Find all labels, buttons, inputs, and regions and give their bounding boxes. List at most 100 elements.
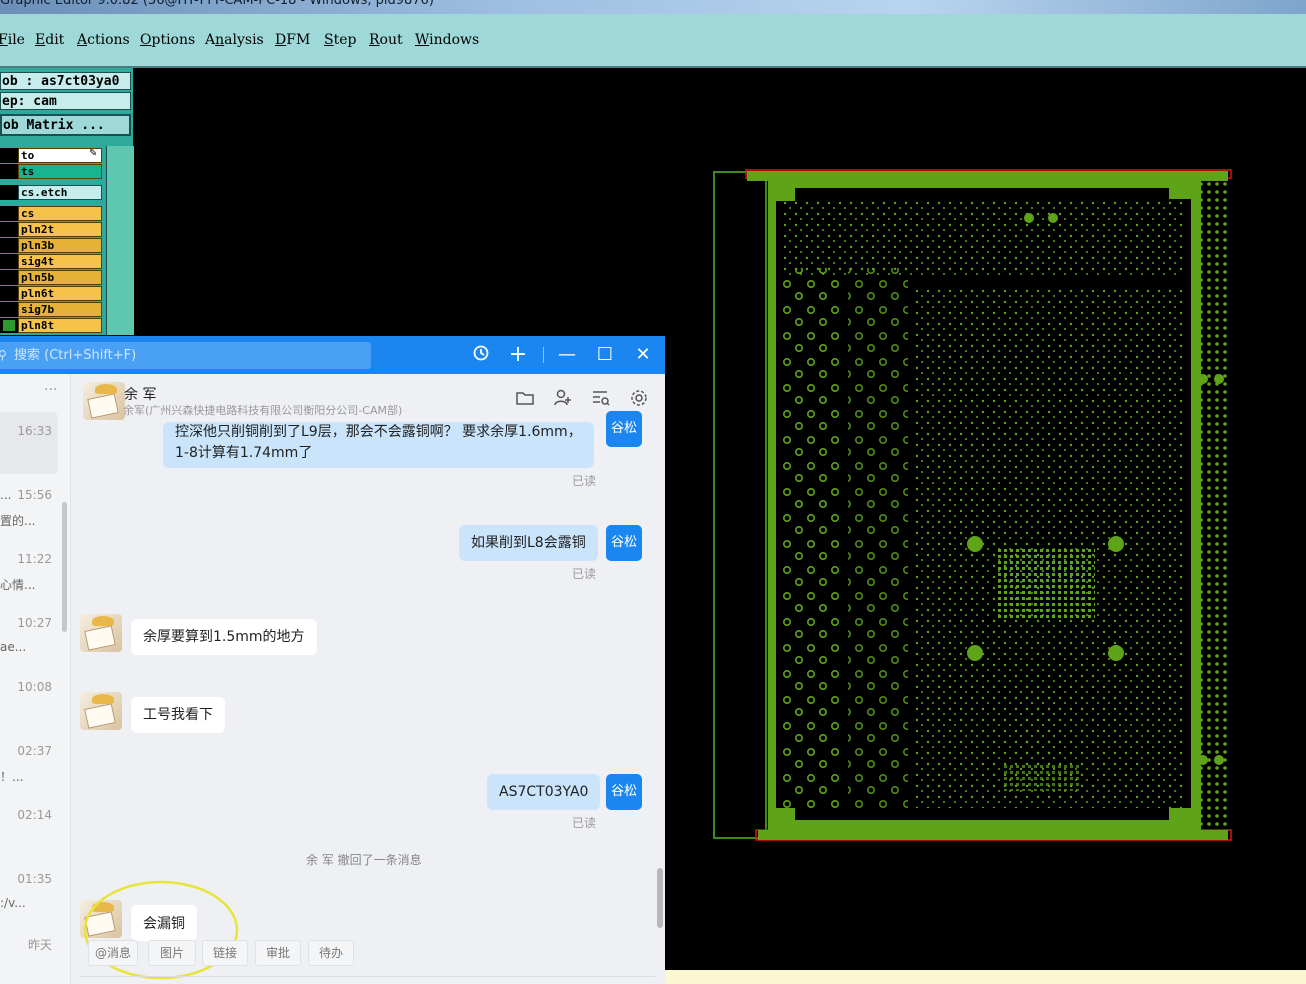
menu-edit[interactable]: Edit (35, 32, 64, 48)
layer-affect-box[interactable] (0, 148, 18, 163)
recall-notice: 余 军 撤回了一条消息 (306, 853, 422, 867)
layer-row[interactable]: cs (0, 206, 102, 221)
list-item-preview: :/v... (0, 896, 26, 910)
contact-subtitle: 余军(广州兴森快捷电路科技有限公司衡阳分公司-CAM部) (123, 404, 403, 417)
layer-affect-box[interactable] (0, 164, 18, 179)
list-item-time: 昨天 (27, 938, 52, 952)
message-scrollbar[interactable] (657, 868, 663, 928)
layer-affect-box[interactable] (0, 302, 18, 317)
maximize-button[interactable]: ☐ (594, 344, 616, 366)
menu-options[interactable]: Options (140, 32, 195, 48)
list-item-preview: ae... (0, 640, 27, 654)
menu-step[interactable]: Step (324, 32, 356, 48)
list-item-preview: ... (0, 488, 12, 502)
layer-row[interactable]: sig7b (0, 302, 102, 317)
layer-affect-box[interactable] (0, 286, 18, 301)
list-item-time: 02:37 (17, 744, 52, 758)
list-item-time: 11:22 (17, 552, 52, 566)
list-item-time: 01:35 (17, 872, 52, 886)
link-button[interactable]: 链接 (202, 940, 248, 966)
highlight-ellipse (83, 880, 239, 980)
read-status: 已读 (572, 567, 597, 581)
search-history-icon[interactable] (591, 388, 611, 412)
list-item-time: 10:27 (17, 616, 52, 630)
title-divider (543, 347, 544, 363)
list-item[interactable] (0, 412, 58, 474)
close-button[interactable]: ✕ (632, 344, 654, 366)
folder-icon[interactable] (515, 388, 535, 412)
list-item-time: 02:14 (17, 808, 52, 822)
layer-affect-box[interactable] (0, 185, 18, 200)
list-item-time: 15:56 (17, 488, 52, 502)
message-bubble[interactable]: 控深他只削铜削到了L9层，那会不会露铜啊？ 要求余厚1.6mm， 1-8计算有1… (163, 422, 594, 468)
self-avatar[interactable]: 谷松 (606, 525, 642, 561)
search-icon: ⚲ (0, 348, 7, 362)
avatar[interactable] (83, 382, 125, 420)
message-bubble[interactable]: AS7CT03YA0 (487, 774, 601, 810)
settings-icon[interactable] (629, 388, 649, 412)
layer-row[interactable]: pln5b (0, 270, 102, 285)
status-strip (665, 970, 1306, 984)
message-bubble[interactable]: 余厚要算到1.5mm的地方 (131, 619, 317, 655)
approval-button[interactable]: 审批 (255, 940, 301, 966)
layer-row[interactable]: pln8t (0, 318, 102, 333)
list-scrollbar[interactable] (62, 502, 67, 632)
message-text: 1-8计算有1.74mm了 (175, 445, 313, 461)
layer-list-scrollbar[interactable] (106, 146, 134, 335)
add-icon[interactable]: + (507, 344, 529, 366)
image-button[interactable]: 图片 (148, 940, 196, 966)
add-member-icon[interactable] (553, 388, 573, 412)
layer-affect-box[interactable] (0, 318, 18, 333)
menu-actions[interactable]: Actions (77, 32, 130, 48)
pencil-icon: ✎ (89, 148, 98, 159)
mention-button[interactable]: @消息 (88, 940, 138, 966)
todo-button[interactable]: 待办 (308, 940, 354, 966)
message-bubble[interactable]: 工号我看下 (131, 697, 225, 733)
menu-analysis[interactable]: Analysis (205, 32, 264, 48)
list-item-preview: ！... (0, 770, 24, 784)
layer-row[interactable]: sig4t (0, 254, 102, 269)
layer-affect-box[interactable] (0, 206, 18, 221)
layer-row[interactable]: to ✎ (0, 148, 102, 163)
chat-window: ⚲ 搜索 (Ctrl+Shift+F) + — ☐ ✕ ··· 16:33 15… (0, 336, 665, 984)
contact-name: 余 军 (124, 387, 157, 403)
layer-row[interactable]: pln2t (0, 222, 102, 237)
menu-bar: File Edit Actions Options Analysis DFM S… (0, 14, 1306, 68)
chat-header: 余 军 余军(广州兴森快捷电路科技有限公司衡阳分公司-CAM部) (71, 374, 665, 426)
list-item-time: 16:33 (17, 424, 52, 438)
conversation-list: ··· 16:33 15:56 ... 置的... 11:22 心情... 10… (0, 374, 71, 984)
list-item-preview: 心情... (0, 578, 36, 592)
menu-dfm[interactable]: DFM (275, 32, 310, 48)
list-item-preview: 置的... (0, 514, 36, 528)
layer-row[interactable]: ts (0, 164, 102, 179)
input-divider (80, 976, 655, 977)
layer-affect-box[interactable] (0, 270, 18, 285)
layer-affect-box[interactable] (0, 238, 18, 253)
menu-windows[interactable]: Windows (415, 32, 479, 48)
step-name-field[interactable]: ep: cam (0, 92, 131, 110)
more-icon[interactable]: ··· (44, 382, 57, 398)
minimize-button[interactable]: — (556, 344, 578, 366)
layer-row[interactable]: cs.etch (0, 185, 102, 200)
chat-title-bar: ⚲ 搜索 (Ctrl+Shift+F) + — ☐ ✕ (0, 336, 665, 374)
menu-file[interactable]: File (0, 32, 25, 48)
search-input[interactable]: ⚲ 搜索 (Ctrl+Shift+F) (0, 342, 371, 369)
menu-rout[interactable]: Rout (369, 32, 403, 48)
layer-row[interactable]: pln3b (0, 238, 102, 253)
layer-row[interactable]: pln6t (0, 286, 102, 301)
list-item-time: 10:08 (17, 680, 52, 694)
self-avatar[interactable]: 谷松 (606, 411, 642, 447)
read-status: 已读 (572, 816, 597, 830)
layer-affect-box[interactable] (0, 222, 18, 237)
self-avatar[interactable]: 谷松 (606, 774, 642, 810)
avatar[interactable] (80, 692, 122, 730)
message-text: 控深他只削铜削到了L9层，那会不会露铜啊？ 要求余厚1.6mm， (175, 424, 582, 440)
message-bubble[interactable]: 如果削到L8会露铜 (459, 525, 598, 561)
layer-affect-box[interactable] (0, 254, 18, 269)
job-matrix-button[interactable]: ob Matrix ... (0, 114, 131, 136)
window-title: Graphic Editor 9.0.82 (36@HT-TTT-CAM-PC-… (0, 0, 434, 8)
job-name-field[interactable]: ob : as7ct03ya0 (0, 72, 131, 90)
history-icon[interactable] (470, 344, 492, 366)
avatar[interactable] (80, 614, 122, 652)
window-title-bar: Graphic Editor 9.0.82 (36@HT-TTT-CAM-PC-… (0, 0, 1306, 14)
